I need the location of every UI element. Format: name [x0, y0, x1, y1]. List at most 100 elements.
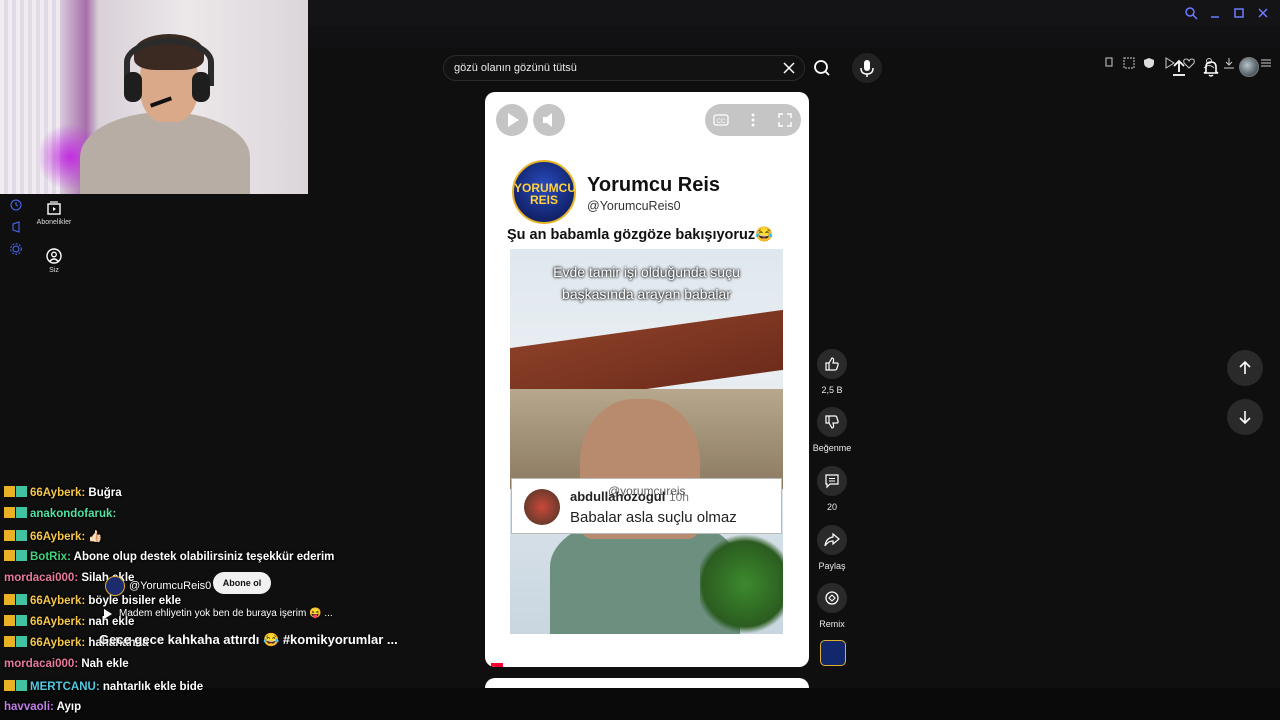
close-icon[interactable]	[1256, 6, 1270, 20]
screenshot-icon[interactable]	[1123, 56, 1135, 69]
caption-line-1: Evde tamir işi olduğunda suçu	[553, 264, 740, 280]
chat-username[interactable]: 66Ayberk	[30, 531, 81, 543]
arrow-down-icon	[1239, 411, 1251, 425]
comment-text: Babalar asla suçlu olmaz	[570, 509, 737, 526]
chat-badges	[4, 594, 28, 607]
remix-label: Remix	[819, 619, 845, 629]
account-avatar[interactable]	[1239, 57, 1259, 77]
volume-button[interactable]	[533, 104, 565, 136]
notifications-bell-icon[interactable]	[1201, 58, 1221, 78]
left-sidebar: Abonelikler Siz	[0, 194, 80, 294]
sidebar-item-you[interactable]: Siz	[28, 248, 80, 274]
dislike-button[interactable]: Beğenme	[812, 407, 852, 453]
history-icon[interactable]	[10, 198, 22, 211]
fullscreen-icon[interactable]	[777, 112, 793, 128]
chat-text: böyle bisiler ekle	[88, 595, 182, 607]
previous-short-button[interactable]	[1227, 350, 1263, 386]
like-button[interactable]: 2,5 B	[812, 349, 852, 395]
chat-username[interactable]: mordacai000	[4, 572, 74, 584]
chat-username[interactable]: mordacai000	[4, 658, 74, 670]
dislike-label: Beğenme	[812, 443, 852, 453]
shield-icon[interactable]	[1143, 56, 1155, 68]
next-short-button[interactable]	[1227, 399, 1263, 435]
sidebar-item-label: Siz	[49, 267, 59, 274]
chat-text: Ayıp	[56, 701, 82, 713]
pin-icon[interactable]	[1103, 56, 1115, 68]
chat-username[interactable]: MERTCANU	[30, 681, 96, 693]
tweet-avatar-logo-text: YORUMCU REIS	[514, 181, 576, 207]
search-icon[interactable]	[1184, 6, 1198, 20]
menu-icon[interactable]	[1260, 56, 1272, 68]
like-count: 2,5 B	[821, 385, 843, 395]
thumbs-up-icon	[825, 357, 839, 371]
play-button[interactable]	[496, 104, 528, 136]
chat-username[interactable]: 66Ayberk	[30, 595, 81, 607]
caption-line-2: başkasında arayan babalar	[562, 286, 731, 302]
chat-badges	[4, 530, 28, 543]
progress-bar[interactable]	[491, 663, 503, 667]
comment-icon	[825, 474, 839, 489]
arrow-up-icon	[1239, 360, 1251, 374]
volume-icon	[543, 113, 552, 127]
tweet-avatar: YORUMCU REIS	[512, 160, 576, 224]
channel-handle[interactable]: @YorumcuReis0	[129, 580, 211, 592]
chat-text: Abone olup destek olabilirsiniz teşekkür…	[73, 551, 335, 563]
short-description[interactable]: Madem ehliyetin yok ben de buraya işerim…	[119, 608, 333, 619]
share-icon	[824, 532, 840, 547]
chat-text: 👍🏻	[88, 531, 103, 543]
chat-username[interactable]: 66Ayberk	[30, 487, 81, 499]
share-button[interactable]: Paylaş	[812, 525, 852, 571]
chat-message: anakondofaruk:	[4, 507, 116, 520]
minimize-icon[interactable]	[1208, 6, 1222, 20]
short-title[interactable]: Gece gece kahkaha attırdı 😂 #komikyoruml…	[99, 632, 398, 648]
chat-badges	[4, 507, 28, 520]
shorts-icon[interactable]	[10, 220, 22, 233]
settings-gear-icon[interactable]	[10, 242, 22, 255]
streamer-webcam	[0, 0, 308, 194]
user-circle-icon	[46, 248, 62, 264]
chat-badges	[4, 680, 28, 693]
subscribe-button[interactable]: Abone ol	[213, 572, 271, 594]
subscriptions-icon	[47, 201, 61, 215]
commenter-avatar	[524, 489, 560, 525]
search-box[interactable]: gözü olanın gözünü tütsü	[443, 55, 805, 81]
upload-icon[interactable]	[1169, 58, 1189, 78]
comments-button[interactable]: 20	[812, 466, 852, 512]
chat-message: MERTCANU: nahtarlık ekle bide	[4, 680, 203, 693]
search-input[interactable]: gözü olanın gözünü tütsü	[454, 62, 577, 74]
chat-username[interactable]: havvaoli	[4, 701, 50, 713]
tweet-text: Şu an babamla gözgöze bakışıyoruz😂	[507, 227, 774, 243]
download-icon[interactable]	[1223, 56, 1235, 69]
play-icon	[508, 113, 519, 127]
search-button[interactable]	[806, 53, 838, 83]
chat-message: 66Ayberk: 👍🏻	[4, 529, 103, 543]
chat-message: 66Ayberk: nah ekle	[4, 615, 134, 628]
short-channel-info[interactable]: @YorumcuReis0	[105, 576, 211, 596]
chat-badges	[4, 636, 28, 649]
chat-username[interactable]: BotRix	[30, 551, 67, 563]
chat-text: Nah ekle	[81, 658, 129, 670]
player-controls-group: CC	[705, 104, 801, 136]
chat-username[interactable]: 66Ayberk	[30, 637, 81, 649]
chat-username[interactable]: anakondofaruk	[30, 508, 112, 520]
sound-source-avatar[interactable]	[820, 640, 846, 666]
remix-icon	[825, 591, 839, 605]
thumbs-down-icon	[825, 415, 839, 429]
chat-message: havvaoli: Ayıp	[4, 701, 82, 713]
sidebar-item-subscriptions[interactable]: Abonelikler	[28, 200, 80, 226]
remix-button[interactable]: Remix	[812, 583, 852, 629]
chat-username[interactable]: 66Ayberk	[30, 616, 81, 628]
microphone-icon	[860, 60, 874, 77]
sidebar-item-label: Abonelikler	[36, 219, 72, 226]
more-options-icon[interactable]	[745, 112, 761, 128]
shorts-player[interactable]: CC YORUMCU REIS Yorumcu Reis @YorumcuRei…	[485, 92, 809, 667]
clear-search-icon[interactable]	[782, 61, 796, 75]
share-label: Paylaş	[818, 561, 846, 571]
maximize-icon[interactable]	[1232, 6, 1246, 20]
channel-avatar[interactable]	[105, 576, 125, 596]
chat-text: nahtarlık ekle bide	[102, 681, 204, 693]
voice-search-button[interactable]	[852, 53, 882, 83]
captions-icon[interactable]: CC	[713, 112, 729, 128]
chat-badges	[4, 486, 28, 499]
comment-count: 20	[826, 502, 837, 512]
